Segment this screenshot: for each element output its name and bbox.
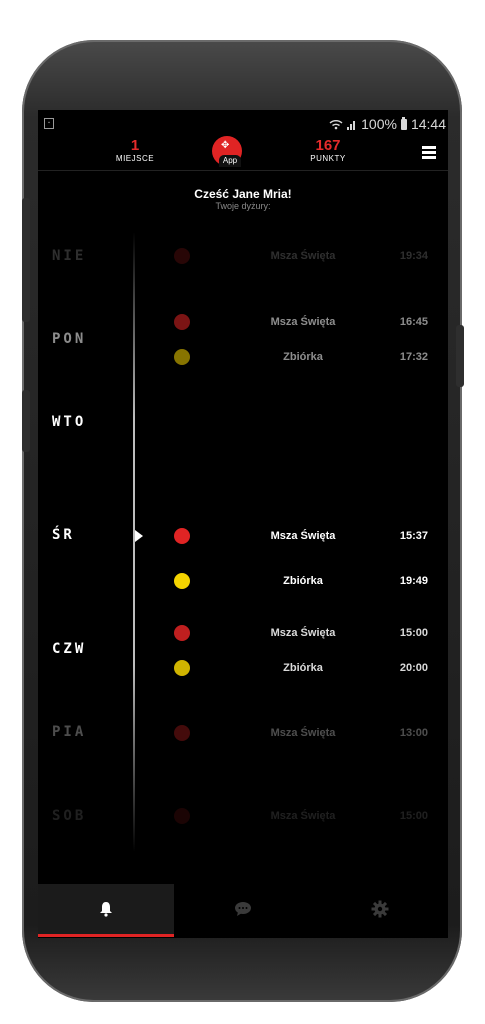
place-label: MIEJSCE [115,154,155,163]
event-name: Zbiórka [283,575,323,587]
greeting: Cześć Jane Mria! Twoje dyżury: [38,187,448,211]
clock: 14:44 [410,116,446,132]
event-name: Msza Święta [270,810,336,822]
event-dot [174,660,190,676]
event-time: 19:49 [399,575,428,587]
event-pia-0[interactable]: Msza Święta 13:00 [168,724,428,744]
tab-notifications[interactable] [38,884,174,937]
event-dot [174,349,190,365]
event-name: Zbiórka [283,662,323,674]
points-stat: 167 PUNKTY [298,138,358,164]
app-screen: ▪ 100% 14:44 1 MIEJSCE ✥ App 167 PUNKTY … [38,110,448,938]
timeline-line [133,232,135,852]
hamburger-menu-icon[interactable] [422,146,436,159]
event-name: Zbiórka [283,351,323,363]
event-dot [174,528,190,544]
points-value: 167 [315,137,341,154]
event-time: 15:37 [399,530,428,542]
logo-cross-icon: ✥ [221,140,230,151]
volume-button [22,198,30,322]
bell-icon [100,902,112,917]
status-bar: ▪ 100% 14:44 [38,114,448,136]
power-button [456,325,464,387]
event-pon-1[interactable]: Zbiórka 17:32 [168,348,428,368]
sim-icon: ▪ [44,118,54,129]
event-dot [174,314,190,330]
event-pon-0[interactable]: Msza Święta 16:45 [168,313,428,333]
battery-percent: 100% [361,116,397,132]
battery-icon [400,116,407,130]
app-header: 1 MIEJSCE ✥ App 167 PUNKTY [38,136,448,171]
points-label: PUNKTY [310,154,346,163]
event-name: Msza Święta [270,530,336,542]
day-label-sr: ŚR [52,527,75,543]
bottom-nav [38,884,448,937]
logo-text: App [219,155,241,167]
event-sob-0[interactable]: Msza Święta 15:00 [168,807,428,827]
event-czw-0[interactable]: Msza Święta 15:00 [168,624,428,644]
current-day-pointer-icon [135,530,143,542]
day-label-sob: SOB [52,808,87,824]
day-label-pia: PIA [52,724,87,740]
place-value: 1 [130,137,140,154]
event-name: Msza Święta [270,627,336,639]
event-dot [174,625,190,641]
event-time: 16:45 [399,316,428,328]
tab-settings[interactable] [311,884,448,934]
day-label-czw: CZW [52,641,87,657]
bixby-button [22,390,30,452]
event-dot [174,725,190,741]
event-dot [174,808,190,824]
event-name: Msza Święta [270,727,336,739]
wifi-signal-icon [329,119,343,129]
event-name: Msza Święta [270,250,336,262]
event-czw-1[interactable]: Zbiórka 20:00 [168,659,428,679]
day-label-wto: WTO [52,414,87,430]
greeting-title: Cześć Jane Mria! [194,187,292,201]
event-name: Msza Święta [270,316,336,328]
event-dot [174,248,190,264]
event-dot [174,573,190,589]
day-label-nie: NIE [52,248,87,264]
event-sr-0[interactable]: Msza Święta 15:37 [168,527,428,547]
day-label-pon: PON [52,331,87,347]
cell-signal-icon [347,120,356,130]
event-time: 19:34 [399,250,428,262]
chat-icon [234,902,251,916]
event-time: 15:00 [399,627,428,639]
event-sr-1[interactable]: Zbiórka 19:49 [168,572,428,592]
greeting-subtitle: Twoje dyżury: [215,201,271,211]
event-time: 17:32 [399,351,428,363]
event-time: 13:00 [399,727,428,739]
event-nie-0[interactable]: Msza Święta 19:34 [168,247,428,267]
gear-icon [371,900,388,918]
event-time: 20:00 [399,662,428,674]
event-time: 15:00 [399,810,428,822]
app-logo[interactable]: ✥ App [210,136,246,170]
place-stat: 1 MIEJSCE [110,138,160,164]
tab-messages[interactable] [174,884,311,934]
